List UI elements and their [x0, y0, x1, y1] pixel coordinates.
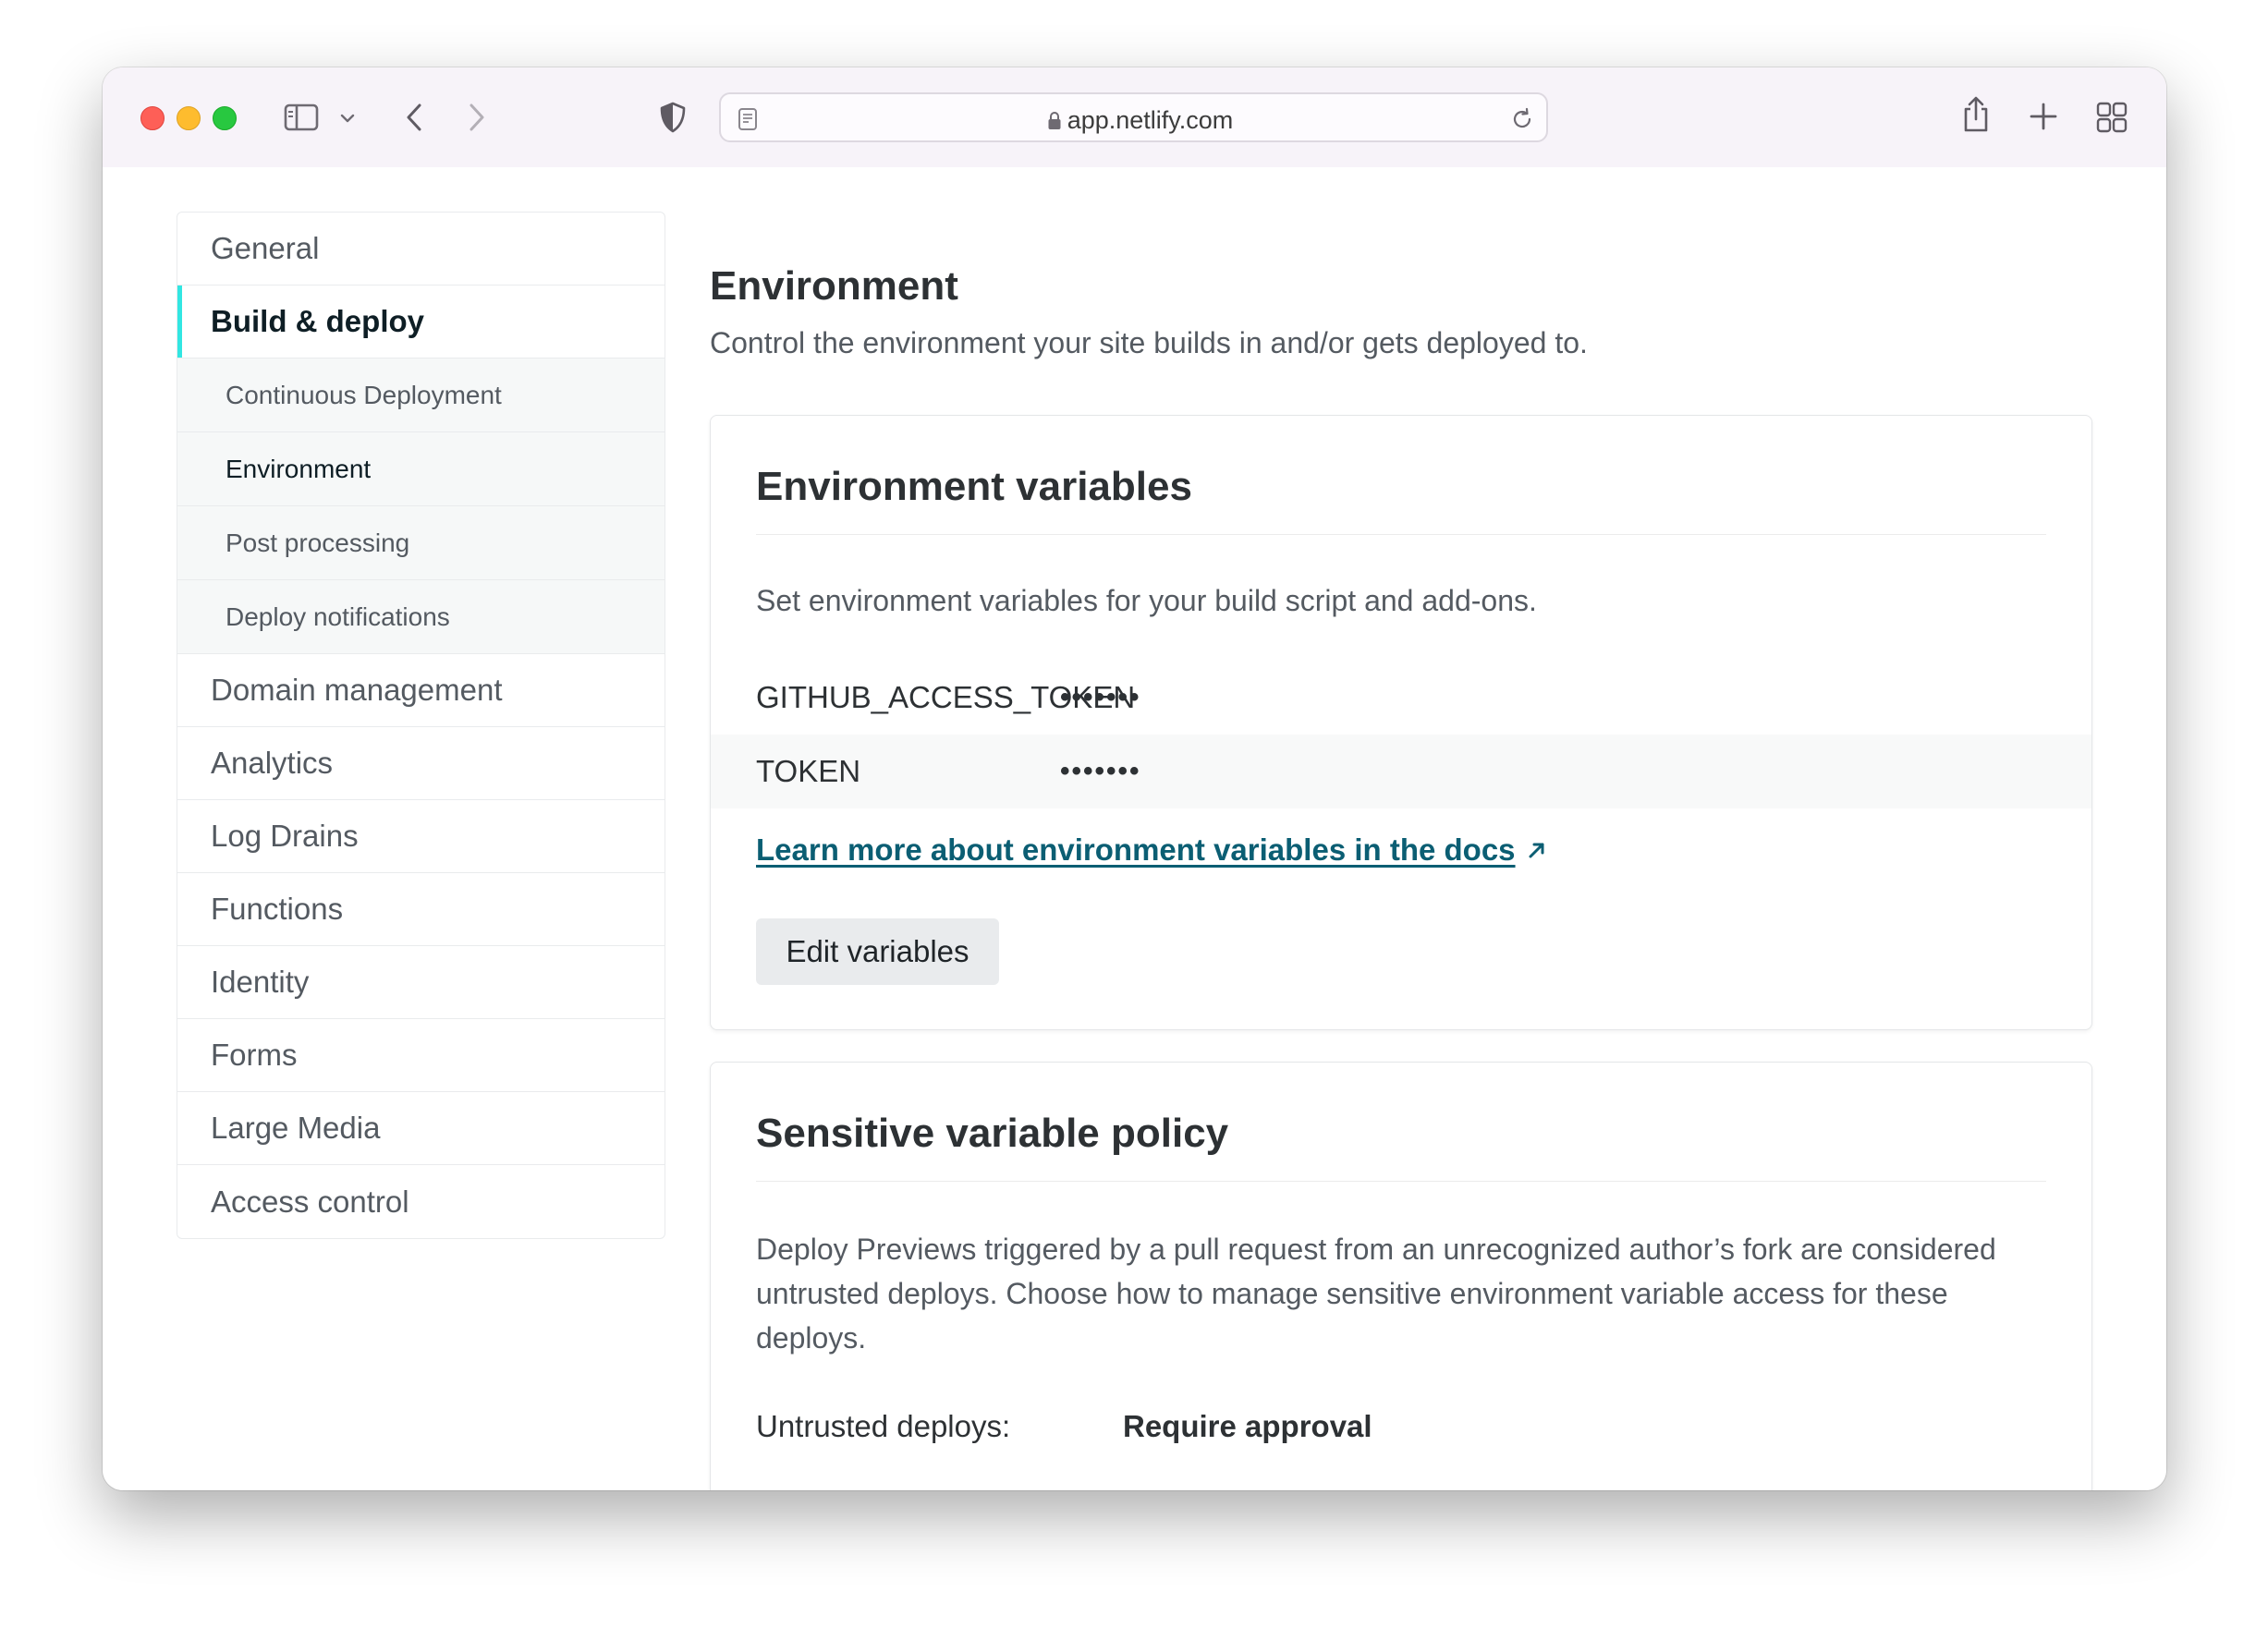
- chevron-down-icon[interactable]: [339, 112, 356, 125]
- variable-value-masked: •••••••: [1060, 682, 1141, 712]
- sidebar-subitem-continuous-deployment[interactable]: Continuous Deployment: [177, 358, 665, 432]
- sensitive-variable-policy-card: Sensitive variable policy Deploy Preview…: [710, 1062, 2092, 1490]
- external-link-arrow-icon: [1529, 843, 1544, 858]
- sidebar-subitem-environment[interactable]: Environment: [177, 432, 665, 506]
- variable-row: TOKEN •••••••: [711, 735, 2091, 808]
- sidebar-item-large-media[interactable]: Large Media: [177, 1092, 665, 1165]
- sidebar-subitem-post-processing[interactable]: Post processing: [177, 506, 665, 580]
- privacy-shield-icon[interactable]: [658, 101, 688, 134]
- sidebar-item-forms[interactable]: Forms: [177, 1019, 665, 1092]
- sidebar-subitem-deploy-notifications[interactable]: Deploy notifications: [177, 580, 665, 654]
- policy-description: Deploy Previews triggered by a pull requ…: [756, 1233, 1996, 1355]
- settings-sidebar: General Build & deploy Continuous Deploy…: [177, 212, 665, 1239]
- forward-arrow-icon[interactable]: [466, 101, 488, 134]
- card-divider: [756, 534, 2046, 535]
- zoom-window-button[interactable]: [213, 106, 237, 130]
- sidebar-item-log-drains[interactable]: Log Drains: [177, 800, 665, 873]
- url-text: app.netlify.com: [1067, 106, 1234, 134]
- sidebar-item-general[interactable]: General: [177, 213, 665, 286]
- card-title-environment-variables: Environment variables: [756, 464, 1192, 509]
- environment-variables-card: Environment variables Set environment va…: [710, 415, 2092, 1030]
- card-divider: [756, 1181, 2046, 1182]
- sidebar-item-analytics[interactable]: Analytics: [177, 727, 665, 800]
- page-title: Environment: [710, 263, 958, 309]
- variable-row: GITHUB_ACCESS_TOKEN •••••••: [711, 661, 2091, 735]
- sidebar-toggle-icon[interactable]: [284, 103, 321, 132]
- reload-icon[interactable]: [1509, 106, 1535, 132]
- url-display: app.netlify.com: [721, 106, 1546, 135]
- card-title-sensitive-variable-policy: Sensitive variable policy: [756, 1111, 1229, 1156]
- docs-link-text: Learn more about environment variables i…: [756, 832, 1516, 867]
- sidebar-item-domain-management[interactable]: Domain management: [177, 654, 665, 727]
- address-bar[interactable]: app.netlify.com: [719, 92, 1548, 142]
- card-description: Set environment variables for your build…: [756, 584, 1537, 617]
- share-icon[interactable]: [1960, 95, 1992, 134]
- new-tab-icon[interactable]: [2029, 102, 2058, 131]
- variable-value-masked: •••••••: [1060, 756, 1141, 786]
- sidebar-item-functions[interactable]: Functions: [177, 873, 665, 946]
- sidebar-item-access-control[interactable]: Access control: [177, 1165, 665, 1238]
- page-subtitle: Control the environment your site builds…: [710, 326, 1588, 359]
- docs-link[interactable]: Learn more about environment variables i…: [756, 832, 1547, 868]
- sidebar-item-build-deploy[interactable]: Build & deploy: [177, 286, 665, 358]
- close-window-button[interactable]: [140, 106, 165, 130]
- browser-toolbar: app.netlify.com: [103, 67, 2166, 168]
- sidebar-item-identity[interactable]: Identity: [177, 946, 665, 1019]
- variable-key: TOKEN: [756, 754, 861, 788]
- back-arrow-icon[interactable]: [403, 101, 425, 134]
- edit-variables-button[interactable]: Edit variables: [756, 918, 999, 985]
- page-content: General Build & deploy Continuous Deploy…: [103, 167, 2166, 1490]
- untrusted-deploys-value: Require approval: [1123, 1409, 1372, 1443]
- untrusted-deploys-label: Untrusted deploys:: [756, 1409, 1011, 1443]
- lock-icon: [1048, 112, 1061, 129]
- minimize-window-button[interactable]: [177, 106, 201, 130]
- tab-overview-icon[interactable]: [2096, 102, 2128, 133]
- browser-window: app.netlify.com General Build & deploy C…: [103, 67, 2166, 1490]
